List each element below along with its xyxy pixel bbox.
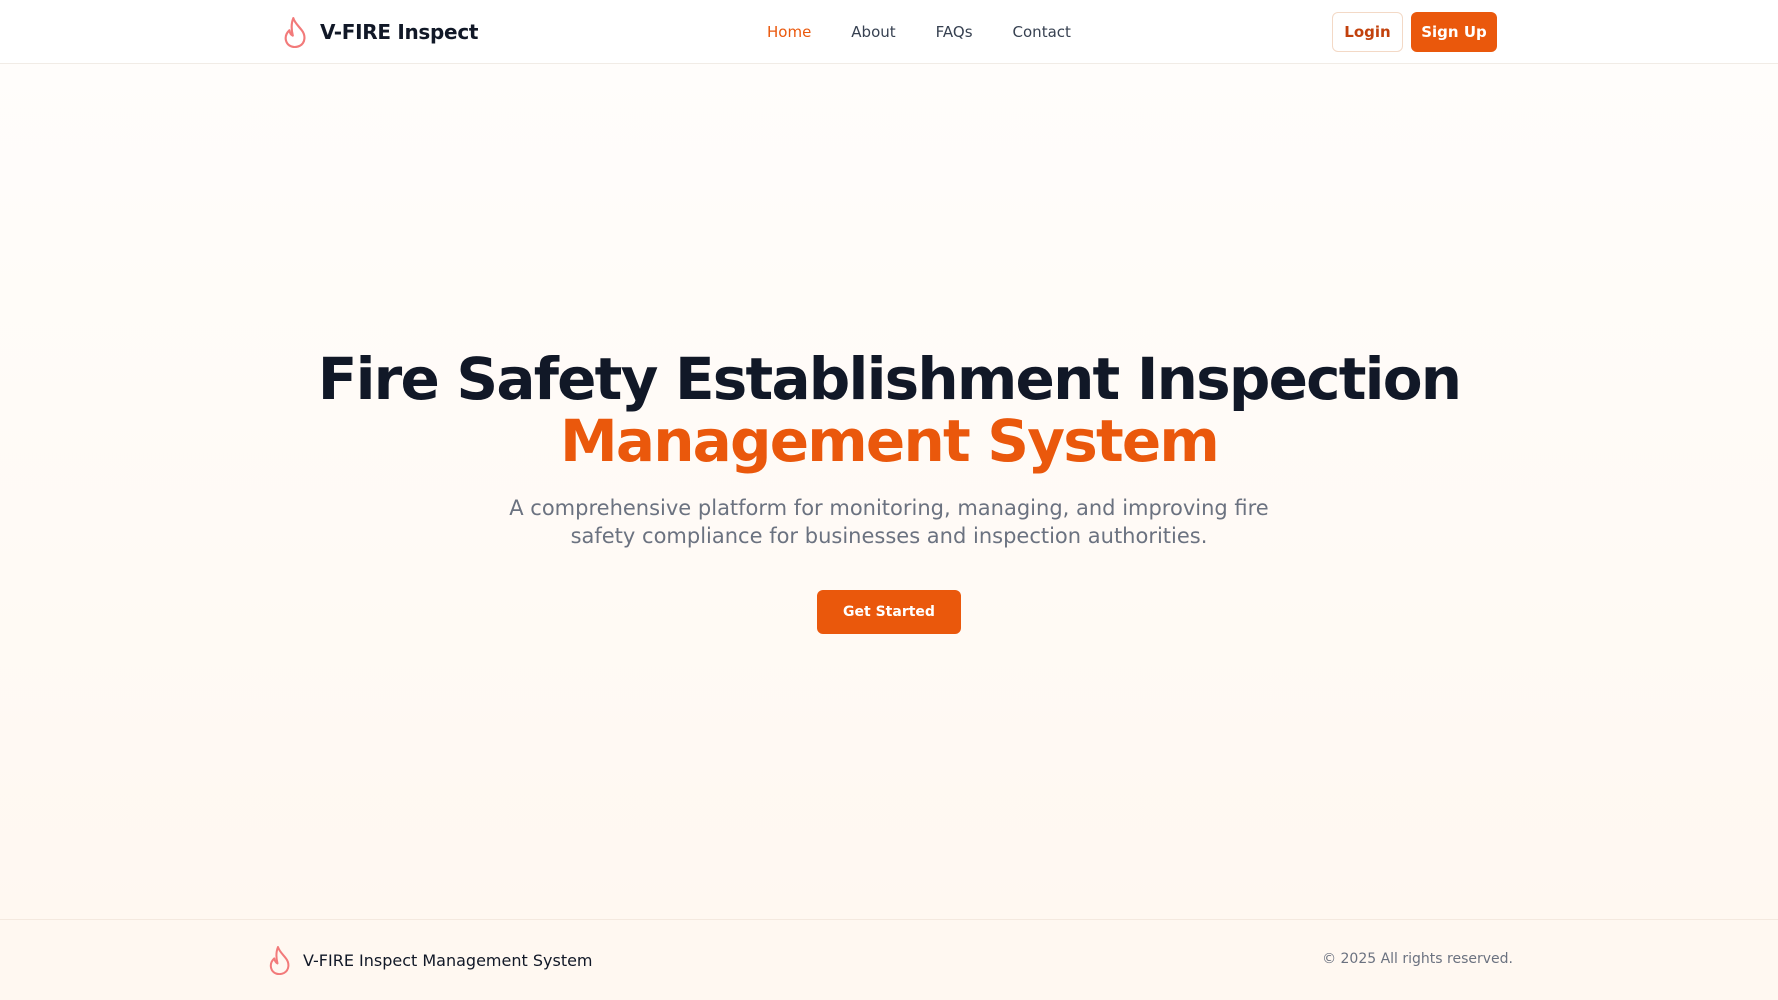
footer-brand: V-FIRE Inspect Management System <box>268 945 593 975</box>
get-started-button[interactable]: Get Started <box>817 590 961 634</box>
hero-title-line1: Fire Safety Establishment Inspection <box>317 345 1462 413</box>
copyright-text: © 2025 All rights reserved. <box>1322 951 1513 967</box>
footer-brand-name: V-FIRE Inspect Management System <box>303 950 593 970</box>
signup-button[interactable]: Sign Up <box>1411 12 1497 52</box>
top-navbar: V-FIRE Inspect Home About FAQs Contact L… <box>0 0 1778 64</box>
hero-section: Fire Safety Establishment Inspection Man… <box>0 64 1778 919</box>
flame-icon <box>269 946 290 975</box>
login-button[interactable]: Login <box>1332 12 1403 52</box>
hero-subtitle: A comprehensive platform for monitoring,… <box>509 496 1269 548</box>
nav-link-about[interactable]: About <box>851 20 895 44</box>
brand-name: V-FIRE Inspect <box>320 20 479 44</box>
nav-link-home[interactable]: Home <box>767 20 811 44</box>
nav-link-contact[interactable]: Contact <box>1013 20 1071 44</box>
hero-title: Fire Safety Establishment Inspection Man… <box>0 348 1778 472</box>
hero-title-line2: Management System <box>559 407 1220 475</box>
flame-icon <box>284 17 306 48</box>
main-nav: Home About FAQs Contact <box>767 20 1071 44</box>
footer: V-FIRE Inspect Management System © 2025 … <box>0 919 1778 1000</box>
nav-link-faqs[interactable]: FAQs <box>936 20 973 44</box>
brand-logo-link[interactable]: V-FIRE Inspect <box>283 16 478 48</box>
